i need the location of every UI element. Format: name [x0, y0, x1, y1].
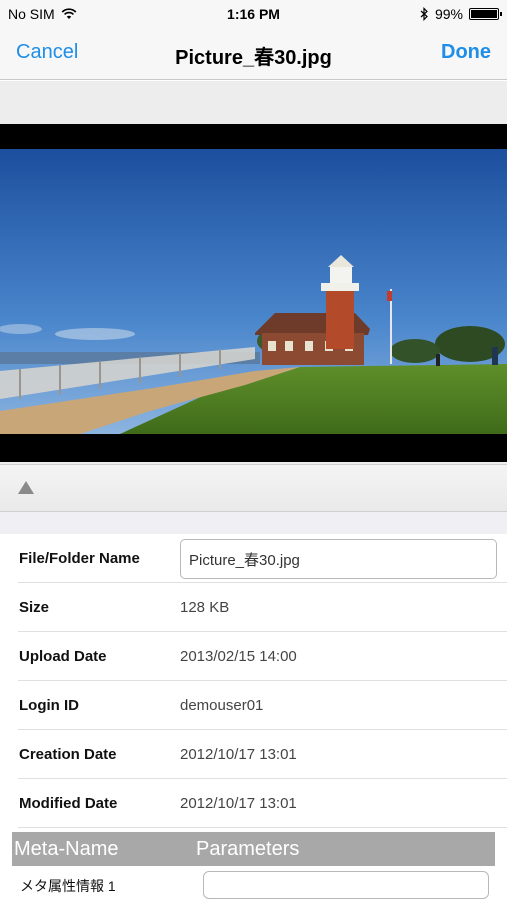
- lighthouse-photo[interactable]: [0, 149, 507, 434]
- size-label: Size: [19, 599, 50, 616]
- meta-item-label: メタ属性情報 1: [20, 878, 116, 894]
- image-preview-area: [0, 81, 507, 464]
- detail-row-size: Size 128 KB: [18, 583, 507, 632]
- login-id-label: Login ID: [19, 697, 79, 714]
- upload-date-value: 2013/02/15 14:00: [180, 648, 297, 665]
- status-right: 99%: [420, 6, 502, 22]
- creation-date-label: Creation Date: [19, 746, 117, 763]
- page-title: Picture_春30.jpg: [175, 47, 332, 69]
- modified-date-value: 2012/10/17 13:01: [180, 795, 297, 812]
- bluetooth-icon: [420, 7, 428, 21]
- section-divider: [0, 512, 507, 534]
- preview-toolbar: [0, 464, 507, 512]
- photo-frame: [0, 124, 507, 462]
- meta-name-header: Meta-Name: [14, 838, 119, 860]
- creation-date-value: 2012/10/17 13:01: [180, 746, 297, 763]
- done-button[interactable]: Done: [441, 41, 491, 64]
- meta-row: メタ属性情報 1: [0, 866, 507, 900]
- meta-table-header: Meta-Name Parameters: [12, 832, 495, 866]
- detail-row-login-id: Login ID demouser01: [18, 681, 507, 730]
- login-id-value: demouser01: [180, 697, 264, 714]
- status-bar: No SIM 1:16 PM 99%: [0, 0, 507, 28]
- meta-parameters-header: Parameters: [196, 838, 300, 860]
- file-name-label: File/Folder Name: [19, 550, 140, 567]
- battery-icon: [469, 8, 502, 20]
- detail-row-upload-date: Upload Date 2013/02/15 14:00: [18, 632, 507, 681]
- file-name-input[interactable]: [180, 539, 497, 579]
- detail-row-creation-date: Creation Date 2012/10/17 13:01: [18, 730, 507, 779]
- detail-row-file-name: File/Folder Name: [18, 534, 507, 583]
- battery-fill: [471, 10, 497, 18]
- meta-parameter-input[interactable]: [203, 871, 489, 899]
- nav-bar: Cancel Picture_春30.jpg Done: [0, 28, 507, 80]
- size-value: 128 KB: [180, 599, 230, 616]
- upload-date-label: Upload Date: [19, 648, 107, 665]
- triangle-up-icon[interactable]: [18, 481, 34, 494]
- modified-date-label: Modified Date: [19, 795, 118, 812]
- detail-row-modified-date: Modified Date 2012/10/17 13:01: [18, 779, 507, 828]
- battery-percent: 99%: [434, 6, 463, 22]
- file-details: File/Folder Name Size 128 KB Upload Date…: [0, 534, 507, 828]
